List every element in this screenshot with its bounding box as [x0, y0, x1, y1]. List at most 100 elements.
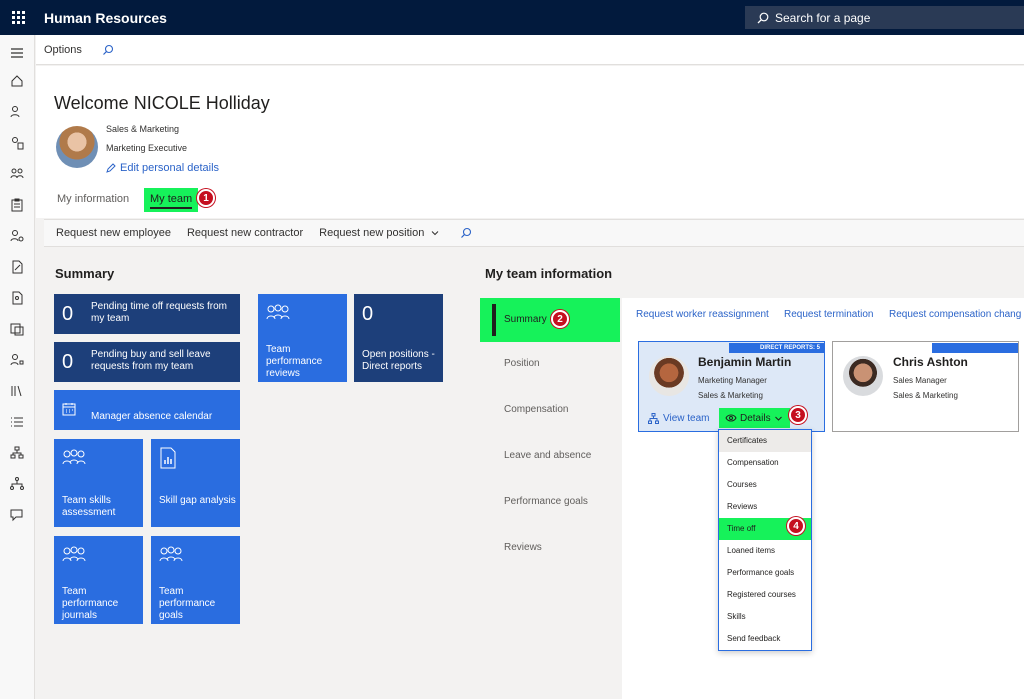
menu-item-loaned-items[interactable]: Loaned items	[719, 540, 811, 562]
open-positions-tile[interactable]: 0 Open positions - Direct reports	[354, 294, 443, 382]
team-skills-assessment-tile[interactable]: Team skills assessment	[54, 439, 143, 527]
worker-name[interactable]: Benjamin Martin	[698, 355, 791, 369]
skill-gap-analysis-tile[interactable]: Skill gap analysis	[151, 439, 240, 527]
org-chart-edit-icon[interactable]	[9, 445, 25, 461]
worker-avatar	[843, 356, 883, 396]
team-performance-reviews-tile[interactable]: Team performance reviews	[258, 294, 347, 382]
search-icon	[757, 12, 769, 23]
manager-absence-calendar-tile[interactable]: Manager absence calendar	[54, 390, 240, 430]
details-dropdown-menu: Certificates Compensation Courses Review…	[718, 429, 812, 651]
menu-item-certificates[interactable]: Certificates	[719, 430, 811, 452]
worker-name[interactable]: Chris Ashton	[893, 355, 968, 369]
tile-label: Team performance goals	[159, 586, 216, 621]
people-search-icon[interactable]	[9, 104, 25, 120]
app-launcher-icon[interactable]	[0, 0, 36, 35]
tile-label: Manager absence calendar	[91, 411, 213, 422]
person-settings-icon[interactable]	[9, 228, 25, 244]
details-label: Details	[740, 412, 771, 424]
chat-shield-icon[interactable]	[9, 507, 25, 523]
team-tab-label: Summary	[504, 314, 547, 325]
page-search-box[interactable]: Search for a page	[745, 6, 1024, 29]
pending-time-off-tile[interactable]: 0 Pending time off requests from my team	[54, 294, 240, 334]
request-worker-reassignment-link[interactable]: Request worker reassignment	[636, 309, 769, 320]
search-icon[interactable]	[102, 44, 114, 56]
calendar-people-icon[interactable]	[9, 321, 25, 337]
chevron-down-icon[interactable]	[430, 228, 440, 238]
list-icon[interactable]	[9, 414, 25, 430]
team-performance-goals-tile[interactable]: Team performance goals	[151, 536, 240, 624]
options-menu[interactable]: Options	[44, 44, 82, 56]
menu-item-performance-goals[interactable]: Performance goals	[719, 562, 811, 584]
request-new-employee-button[interactable]: Request new employee	[56, 227, 171, 239]
pending-leave-requests-tile[interactable]: 0 Pending buy and sell leave requests fr…	[54, 342, 240, 382]
team-info-heading: My team information	[485, 266, 613, 281]
team-info-tabs: Summary Position Compensation Leave and …	[480, 298, 622, 699]
tile-label: Team performance reviews	[266, 344, 323, 379]
app-title: Human Resources	[44, 9, 167, 26]
search-icon[interactable]	[460, 227, 472, 239]
view-team-label: View team	[663, 413, 710, 424]
callout-badge: 4	[787, 517, 805, 535]
user-avatar	[56, 126, 98, 168]
edit-personal-details-label: Edit personal details	[120, 162, 220, 174]
request-new-contractor-button[interactable]: Request new contractor	[187, 227, 303, 239]
callout-badge: 3	[789, 406, 807, 424]
org-chart-icon	[648, 413, 659, 424]
tab-my-information[interactable]: My information	[57, 188, 129, 212]
hamburger-icon[interactable]	[9, 45, 25, 61]
callout-badge: 2	[551, 310, 569, 328]
document-edit-icon[interactable]	[9, 259, 25, 275]
team-tab-leave-and-absence[interactable]: Leave and absence	[480, 434, 620, 478]
team-tab-summary[interactable]: Summary	[480, 298, 620, 342]
team-icon[interactable]	[9, 166, 25, 182]
user-job-title: Marketing Executive	[106, 143, 188, 153]
team-performance-journals-tile[interactable]: Team performance journals	[54, 536, 143, 624]
request-termination-link[interactable]: Request termination	[784, 309, 874, 320]
search-placeholder: Search for a page	[775, 10, 871, 25]
tab-my-team[interactable]: My team	[144, 188, 199, 212]
view-team-link[interactable]: View team	[648, 413, 710, 424]
menu-item-send-feedback[interactable]: Send feedback	[719, 628, 811, 650]
team-tab-compensation[interactable]: Compensation	[480, 388, 620, 432]
person-sync-icon[interactable]	[9, 352, 25, 368]
menu-item-skills[interactable]: Skills	[719, 606, 811, 628]
team-icon	[159, 546, 183, 562]
team-tab-reviews[interactable]: Reviews	[480, 526, 620, 570]
team-tab-performance-goals[interactable]: Performance goals	[480, 480, 620, 524]
chevron-down-icon	[774, 416, 782, 421]
tile-label: Team performance journals	[62, 586, 119, 621]
menu-item-courses[interactable]: Courses	[719, 474, 811, 496]
request-compensation-change-link[interactable]: Request compensation chang	[889, 309, 1024, 320]
action-bar: Request new employee Request new contrac…	[44, 219, 1024, 247]
details-button[interactable]: Details	[719, 408, 790, 428]
tile-label: Pending time off requests from my team	[91, 301, 227, 324]
clipboard-icon[interactable]	[9, 197, 25, 213]
user-department: Sales & Marketing	[106, 124, 180, 134]
callout-badge: 1	[197, 189, 215, 207]
worker-card-chris-ashton[interactable]: Chris Ashton Sales Manager Sales & Marke…	[832, 341, 1019, 432]
tile-label: Open positions - Direct reports	[362, 349, 435, 372]
tile-label: Team skills assessment	[62, 495, 116, 518]
team-icon	[266, 304, 290, 320]
tab-my-team-label: My team	[150, 193, 193, 205]
person-document-icon[interactable]	[9, 135, 25, 151]
active-tab-indicator	[492, 304, 496, 336]
menu-item-reviews[interactable]: Reviews	[719, 496, 811, 518]
library-icon[interactable]	[9, 383, 25, 399]
menu-item-registered-courses[interactable]: Registered courses	[719, 584, 811, 606]
team-icon	[62, 546, 86, 562]
edit-personal-details-link[interactable]: Edit personal details	[106, 162, 219, 174]
menu-item-compensation[interactable]: Compensation	[719, 452, 811, 474]
report-icon	[160, 447, 176, 469]
org-chart-icon[interactable]	[9, 476, 25, 492]
tile-label: Pending buy and sell leave requests from…	[91, 349, 211, 372]
worker-department: Sales & Marketing	[893, 391, 958, 400]
tile-label: Skill gap analysis	[159, 495, 236, 506]
team-tab-position[interactable]: Position	[480, 342, 620, 386]
top-bar: Human Resources Search for a page	[0, 0, 1024, 35]
home-icon[interactable]	[9, 73, 25, 89]
request-new-position-button[interactable]: Request new position	[319, 227, 424, 239]
worker-title: Marketing Manager	[698, 376, 767, 385]
document-person-icon[interactable]	[9, 290, 25, 306]
tile-count: 0	[62, 303, 74, 325]
